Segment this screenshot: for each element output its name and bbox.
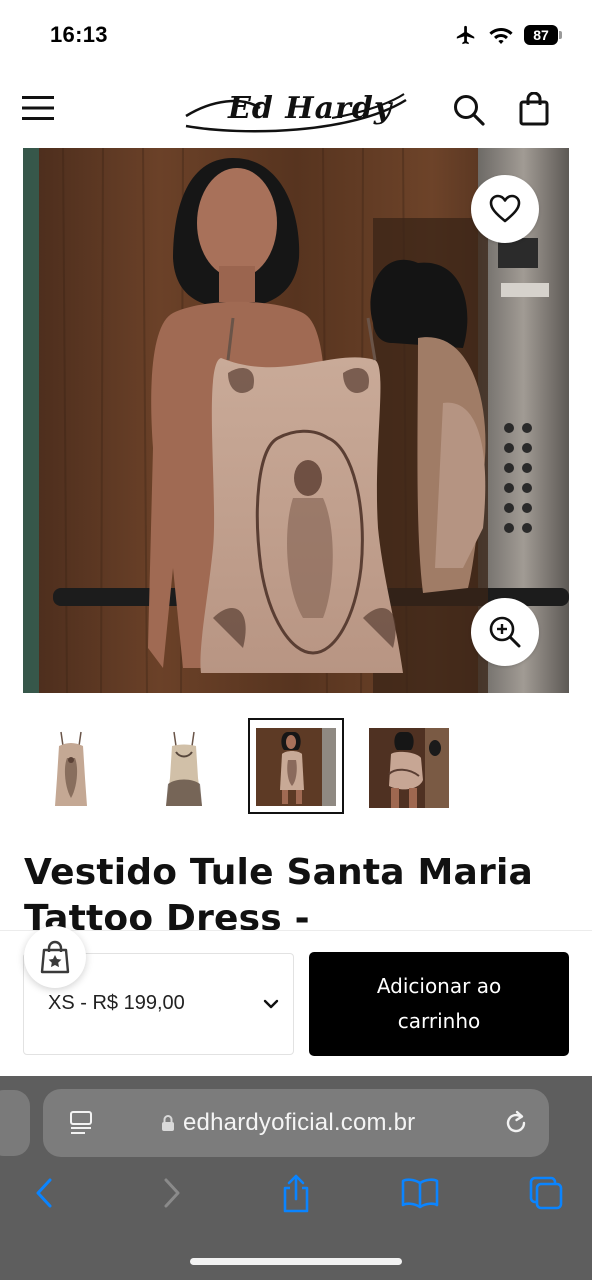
variant-selected-value: XS - R$ 199,00 [48, 992, 185, 1014]
thumbnail-4[interactable] [361, 718, 457, 814]
wishlist-button[interactable] [471, 175, 539, 243]
status-bar: 16:13 87 [0, 0, 592, 72]
home-indicator [190, 1258, 402, 1265]
product-main-image[interactable] [23, 148, 569, 693]
thumbnail-strip [23, 714, 569, 814]
product-title: Vestido Tule Santa Maria Tattoo Dress - [24, 852, 534, 930]
airplane-icon [456, 25, 475, 45]
status-icons: 87 [454, 24, 562, 46]
tabs-icon [529, 1176, 563, 1210]
shopping-bag-star-icon [40, 940, 70, 974]
browser-nav-row [0, 1172, 592, 1220]
share-icon [283, 1174, 309, 1213]
lock-icon [162, 1115, 174, 1131]
thumbnail-1[interactable] [23, 718, 119, 814]
battery-icon: 87 [524, 25, 562, 45]
url-text: edhardyoficial.com.br [183, 1109, 416, 1136]
bookmarks-button[interactable] [400, 1172, 440, 1214]
previous-tab-preview[interactable] [0, 1090, 30, 1156]
product-page: 16:13 87 Ed Hardy Vestido Tule Santa Mar… [0, 0, 592, 1280]
zoom-in-icon [489, 616, 521, 648]
chevron-down-icon [263, 999, 279, 1009]
tabs-button[interactable] [526, 1172, 566, 1214]
reader-mode-icon[interactable] [68, 1110, 94, 1136]
forward-button[interactable] [152, 1172, 192, 1214]
brand-logo[interactable]: Ed Hardy [182, 82, 410, 138]
shopping-bag-icon[interactable] [518, 92, 550, 126]
add-to-cart-button[interactable]: Adicionar ao carrinho [309, 952, 569, 1056]
menu-icon[interactable] [22, 94, 54, 122]
address-bar[interactable]: edhardyoficial.com.br [43, 1089, 549, 1157]
back-icon [36, 1178, 52, 1208]
zoom-button[interactable] [471, 598, 539, 666]
thumbnail-3[interactable] [248, 718, 344, 814]
heart-icon [489, 194, 521, 223]
browser-toolbar: edhardyoficial.com.br [0, 1076, 592, 1280]
back-button[interactable] [24, 1172, 64, 1214]
wifi-icon [489, 28, 513, 44]
site-header: Ed Hardy [0, 76, 592, 142]
bookmarks-icon [401, 1178, 439, 1209]
battery-level: 87 [524, 25, 558, 45]
reload-icon[interactable] [503, 1109, 529, 1137]
share-button[interactable] [276, 1172, 316, 1214]
thumbnail-2[interactable] [136, 718, 232, 814]
logo-text: Ed Hardy [227, 91, 394, 126]
status-time: 16:13 [50, 22, 108, 47]
forward-icon [164, 1178, 180, 1208]
search-icon[interactable] [452, 93, 486, 127]
floating-badge-button[interactable] [24, 926, 86, 988]
